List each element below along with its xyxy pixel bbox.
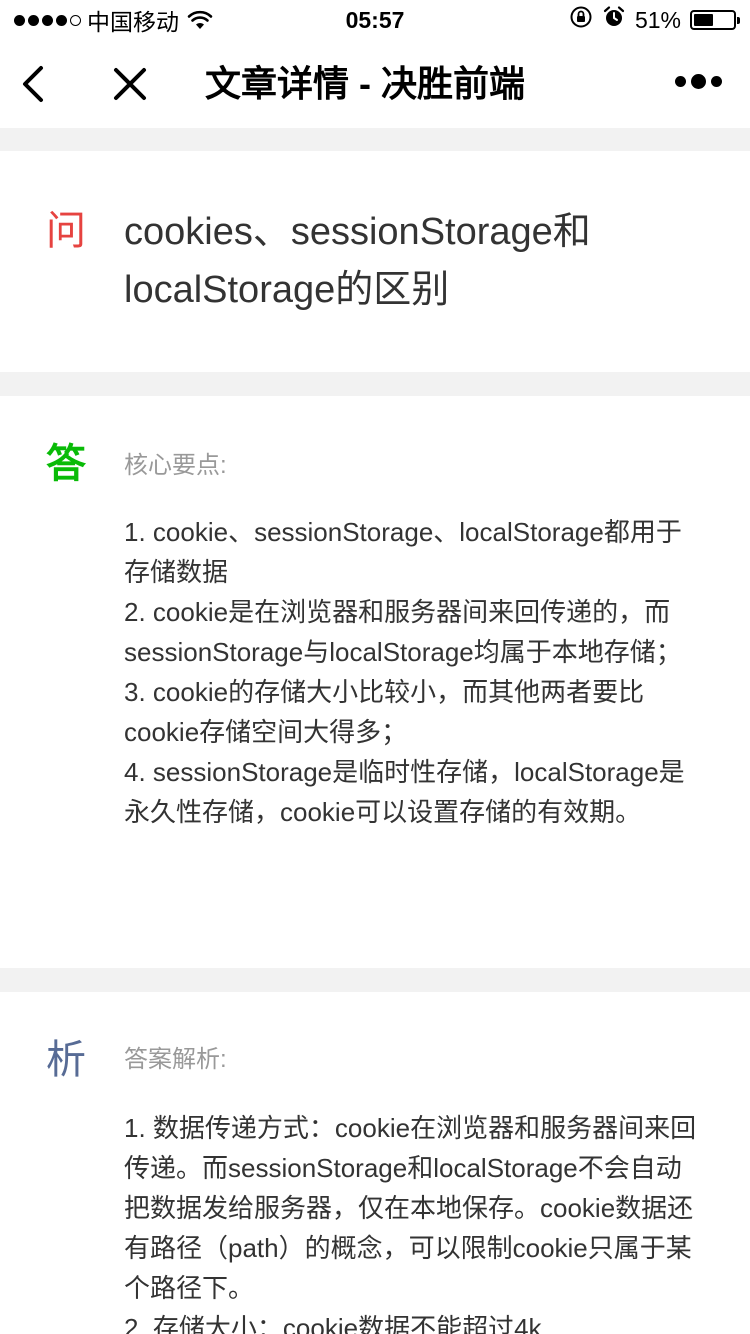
answer-item: 1. cookie、sessionStorage、localStorage都用于… [124, 517, 682, 587]
answer-item: 4. sessionStorage是临时性存储，localStorage是永久性… [124, 757, 685, 827]
status-right: 51% [569, 5, 740, 36]
back-button[interactable] [14, 62, 58, 106]
more-dot-icon [675, 76, 686, 87]
page-title: 文章详情 - 决胜前端 [205, 63, 525, 104]
answer-marker: 答 [46, 442, 86, 486]
question-card: 问 cookies、sessionStorage和localStorage的区别 [0, 151, 750, 372]
analysis-marker: 析 [46, 1038, 86, 1082]
answer-label: 核心要点: [124, 452, 227, 479]
orientation-lock-icon [569, 5, 593, 36]
answer-item: 3. cookie的存储大小比较小，而其他两者要比cookie存储空间大得多； [124, 677, 645, 747]
alarm-icon [602, 5, 626, 36]
more-dot-icon [691, 74, 706, 89]
answer-body: 1. cookie、sessionStorage、localStorage都用于… [124, 512, 700, 832]
question-marker: 问 [46, 209, 86, 253]
nav-bar: 文章详情 - 决胜前端 [0, 40, 750, 128]
analysis-body: 1. 数据传递方式：cookie在浏览器和服务器间来回传递。而sessionSt… [124, 1108, 700, 1334]
more-options-button[interactable] [675, 74, 722, 89]
answer-card: 答 核心要点: 1. cookie、sessionStorage、localSt… [0, 396, 750, 968]
battery-level-fill [694, 14, 714, 26]
status-bar: 中国移动 05:57 51% [0, 0, 750, 40]
analysis-card: 析 答案解析: 1. 数据传递方式：cookie在浏览器和服务器间来回传递。而s… [0, 992, 750, 1334]
analysis-item: 2. 存储大小：cookie数据不能超过4k [124, 1313, 542, 1334]
battery-percent: 51% [634, 6, 681, 33]
answer-item: 2. cookie是在浏览器和服务器间来回传递的，而sessionStorage… [124, 597, 682, 667]
analysis-item: 1. 数据传递方式：cookie在浏览器和服务器间来回传递。而sessionSt… [124, 1113, 697, 1303]
chevron-left-icon [23, 66, 43, 102]
battery-icon [690, 10, 740, 30]
question-title: cookies、sessionStorage和localStorage的区别 [124, 211, 591, 311]
more-dot-icon [711, 76, 722, 87]
analysis-label: 答案解析: [124, 1046, 227, 1073]
close-button[interactable] [110, 64, 150, 104]
close-icon [114, 68, 146, 100]
